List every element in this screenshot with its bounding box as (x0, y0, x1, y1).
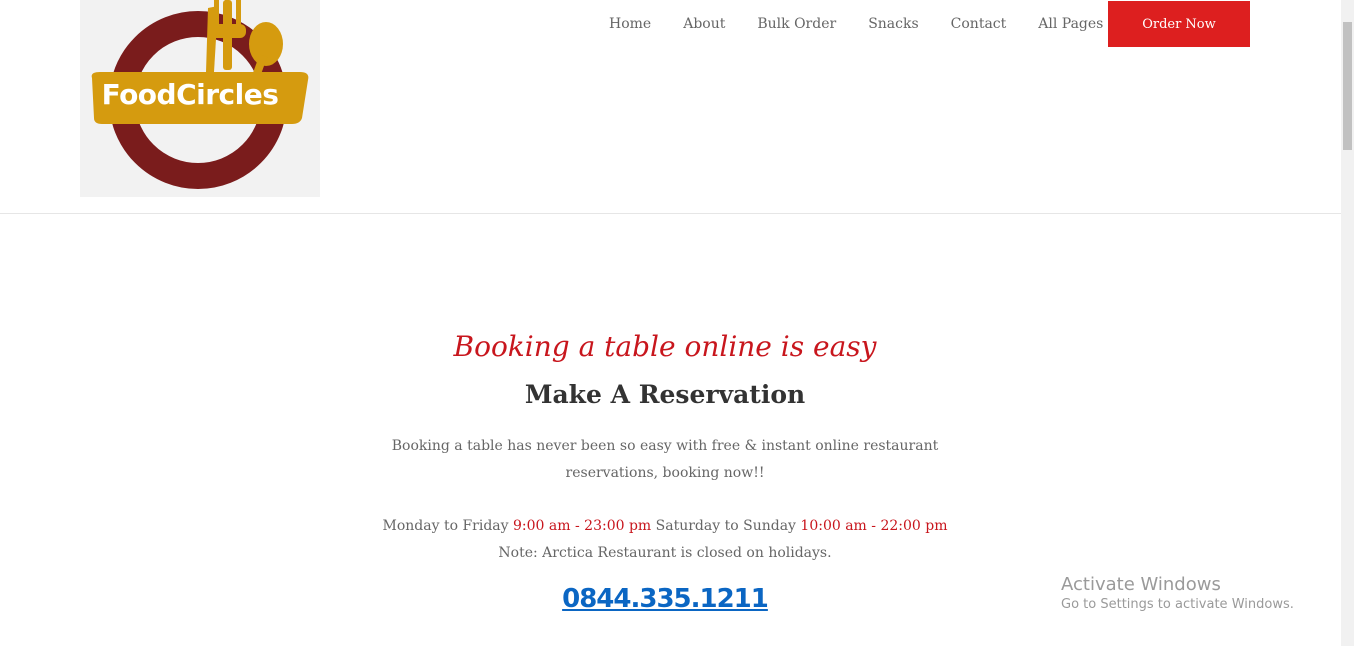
opening-hours: Monday to Friday 9:00 am - 23:00 pm Satu… (0, 513, 1330, 567)
windows-activation-watermark: Activate Windows Go to Settings to activ… (1061, 574, 1294, 612)
logo-wordmark: FoodCircles (101, 78, 279, 111)
reservation-tagline: Booking a table online is easy (453, 330, 877, 363)
weekday-hours: 9:00 am - 23:00 pm (513, 518, 652, 534)
phone-number-link[interactable]: 0844.335.1211 (562, 584, 769, 614)
site-header: FoodCircles Home About Bulk Order Snacks… (0, 0, 1341, 214)
activate-windows-title: Activate Windows (1061, 574, 1221, 595)
hours-line: Monday to Friday 9:00 am - 23:00 pm Satu… (0, 513, 1330, 540)
reservation-heading: Make A Reservation (524, 380, 806, 409)
weekday-label: Monday to Friday (382, 518, 509, 534)
nav-item-bulk-order[interactable]: Bulk Order (757, 16, 836, 32)
nav-item-about[interactable]: About (683, 16, 725, 32)
site-logo[interactable]: FoodCircles (80, 0, 320, 197)
scrollbar-thumb[interactable] (1343, 22, 1352, 150)
reservation-description: Booking a table has never been so easy w… (391, 438, 939, 481)
weekend-hours: 10:00 am - 22:00 pm (800, 518, 948, 534)
holiday-note: Note: Arctica Restaurant is closed on ho… (498, 545, 832, 561)
nav-item-all-pages[interactable]: All Pages (1038, 16, 1103, 32)
nav-item-contact[interactable]: Contact (951, 16, 1007, 32)
main-nav: Home About Bulk Order Snacks Contact All… (593, 0, 1119, 47)
weekend-label: Saturday to Sunday (655, 518, 796, 534)
order-now-button[interactable]: Order Now (1108, 1, 1250, 47)
activate-windows-subtitle: Go to Settings to activate Windows. (1061, 597, 1294, 612)
page: FoodCircles Home About Bulk Order Snacks… (0, 0, 1354, 646)
page-scrollbar[interactable] (1341, 0, 1354, 646)
nav-item-snacks[interactable]: Snacks (868, 16, 918, 32)
nav-item-home[interactable]: Home (609, 16, 651, 32)
